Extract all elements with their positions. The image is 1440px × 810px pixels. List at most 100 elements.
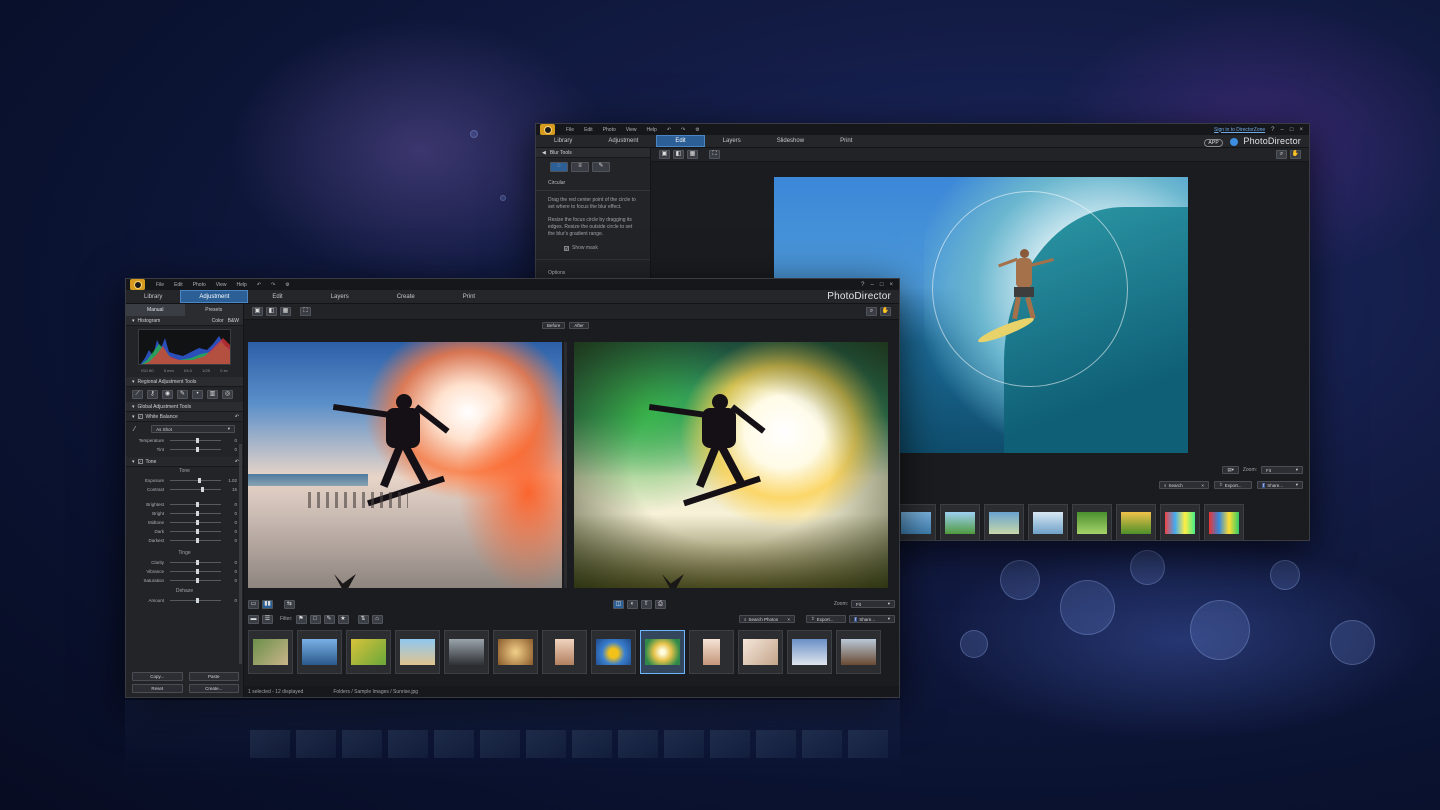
zoom-tool-icon[interactable]: ⌕ xyxy=(866,307,877,316)
tab-print[interactable]: Print xyxy=(822,135,870,147)
thumbnail[interactable] xyxy=(444,630,489,674)
radial-tool-icon[interactable]: ◎ xyxy=(222,390,233,399)
zoom-select[interactable]: Fit ▾ xyxy=(851,600,895,608)
thumbnail[interactable] xyxy=(297,630,342,674)
search-field[interactable]: ⌕ Search × xyxy=(1159,481,1209,489)
tab-slideshow[interactable]: Slideshow xyxy=(759,135,822,147)
histogram-color-toggle[interactable]: Color xyxy=(212,318,224,324)
copy-button[interactable]: Copy... xyxy=(132,672,183,681)
menu-file[interactable]: File xyxy=(151,282,169,288)
minimize-icon[interactable]: – xyxy=(871,282,874,288)
key-tool-icon[interactable]: ⚷ xyxy=(147,390,158,399)
tab-adjustment[interactable]: Adjustment xyxy=(590,135,656,147)
slider-track[interactable] xyxy=(170,560,221,565)
view-mode-icon[interactable]: ▣ xyxy=(659,150,670,159)
compare-view-icon[interactable]: ◧ xyxy=(266,307,277,316)
menu-edit[interactable]: Edit xyxy=(169,282,188,288)
slider-track[interactable] xyxy=(170,578,221,583)
thumbnail[interactable] xyxy=(738,630,783,674)
after-photo[interactable] xyxy=(574,342,888,588)
thumbnail[interactable] xyxy=(896,504,936,540)
compare-view-icon[interactable]: ◧ xyxy=(673,150,684,159)
view-options-button[interactable]: ▤▾ xyxy=(1222,466,1239,474)
close-icon[interactable]: × xyxy=(1299,127,1303,133)
slider-track[interactable] xyxy=(170,502,221,507)
hand-tool-icon[interactable]: ✋ xyxy=(880,307,891,316)
reset-icon[interactable]: ↶ xyxy=(235,414,239,420)
menu-photo[interactable]: Photo xyxy=(188,282,211,288)
sort-icon[interactable]: ⇅ xyxy=(357,614,369,624)
maximize-icon[interactable]: □ xyxy=(1290,127,1294,133)
menu-view[interactable]: View xyxy=(621,127,642,133)
slider-thumb[interactable] xyxy=(195,502,199,507)
filter-rating-icon[interactable]: ★ xyxy=(337,614,349,624)
tone-checkbox[interactable]: ✓ xyxy=(137,459,143,464)
tab-edit[interactable]: Edit xyxy=(248,290,306,303)
thumbnail[interactable] xyxy=(689,630,734,674)
settings-icon[interactable]: ⚙ xyxy=(280,282,294,288)
thumbnail[interactable] xyxy=(1028,504,1068,540)
slider-track[interactable] xyxy=(170,538,221,543)
slider-track[interactable] xyxy=(170,529,221,534)
white-balance-select[interactable]: As Shot ▾ xyxy=(151,425,235,433)
compare-toggle-icon[interactable]: ◫ xyxy=(612,599,624,609)
thumbnail[interactable] xyxy=(248,630,293,674)
help-icon[interactable]: ? xyxy=(1271,127,1274,133)
collapse-icon[interactable]: ▾ xyxy=(132,318,135,324)
search-photos-field[interactable]: ⌕ Search Photos × xyxy=(739,615,795,623)
menu-photo[interactable]: Photo xyxy=(598,127,621,133)
gradient-tool-icon[interactable]: ▥ xyxy=(207,390,218,399)
spot-tool-icon[interactable]: • xyxy=(192,390,203,399)
subtab-manual[interactable]: Manual xyxy=(126,304,185,316)
brush-blur-button[interactable]: ✎ xyxy=(592,162,610,172)
slider-track[interactable] xyxy=(170,447,221,452)
slider-thumb[interactable] xyxy=(195,538,199,543)
slider-track[interactable] xyxy=(170,511,221,516)
print-icon[interactable]: ⎙ xyxy=(654,599,666,609)
menu-view[interactable]: View xyxy=(211,282,232,288)
tab-print[interactable]: Print xyxy=(439,290,499,303)
slider-thumb[interactable] xyxy=(195,511,199,516)
menu-help[interactable]: Help xyxy=(642,127,662,133)
hand-tool-icon[interactable]: ✋ xyxy=(1290,150,1301,159)
grid-view-icon[interactable]: ▦ xyxy=(687,150,698,159)
share-button[interactable]: f Share... ▾ xyxy=(849,615,895,623)
slider-track[interactable] xyxy=(170,487,221,492)
thumbnail-selected[interactable] xyxy=(640,630,685,674)
thumbnail[interactable] xyxy=(346,630,391,674)
undo-icon[interactable]: ↶ xyxy=(252,282,266,288)
tab-library[interactable]: Library xyxy=(126,290,180,303)
contrast-icon[interactable]: ◐ xyxy=(626,599,638,609)
slider-thumb[interactable] xyxy=(195,560,199,565)
thumbnail[interactable] xyxy=(984,504,1024,540)
slider-track[interactable] xyxy=(170,478,221,483)
collapse-icon[interactable]: ▾ xyxy=(132,379,135,385)
thumbnail[interactable] xyxy=(1116,504,1156,540)
share-button[interactable]: f Share... ▾ xyxy=(1257,481,1303,489)
thumbnail[interactable] xyxy=(1204,504,1244,540)
thumb-size-small-icon[interactable]: ▬ xyxy=(248,614,259,624)
side-by-side-button[interactable]: ▮▮ xyxy=(262,599,273,609)
single-view-button[interactable]: ▭ xyxy=(248,599,259,609)
histogram-bw-toggle[interactable]: B&W xyxy=(228,318,239,324)
grid-view-icon[interactable]: ▦ xyxy=(280,307,291,316)
filter-edit-icon[interactable]: ✎ xyxy=(323,614,335,624)
thumbnail[interactable] xyxy=(542,630,587,674)
menu-edit[interactable]: Edit xyxy=(579,127,598,133)
redo-icon[interactable]: ↷ xyxy=(676,127,690,133)
collapse-icon[interactable]: ▾ xyxy=(132,414,135,420)
redo-icon[interactable]: ↷ xyxy=(266,282,280,288)
filter-flag-icon[interactable]: ⚑ xyxy=(295,614,307,624)
thumb-size-large-icon[interactable]: ☰ xyxy=(262,614,273,624)
filter-square-icon[interactable]: □ xyxy=(309,614,321,624)
thumbnail[interactable] xyxy=(1072,504,1112,540)
paste-button[interactable]: Paste xyxy=(188,672,239,681)
slider-track[interactable] xyxy=(170,438,221,443)
tab-library[interactable]: Library xyxy=(536,135,590,147)
slider-thumb[interactable] xyxy=(200,487,204,492)
menu-help[interactable]: Help xyxy=(232,282,252,288)
thumbnail[interactable] xyxy=(395,630,440,674)
zoom-tool-icon[interactable]: ⌕ xyxy=(1276,150,1287,159)
tab-adjustment[interactable]: Adjustment xyxy=(180,290,249,303)
panel-scrollbar[interactable] xyxy=(239,444,242,664)
